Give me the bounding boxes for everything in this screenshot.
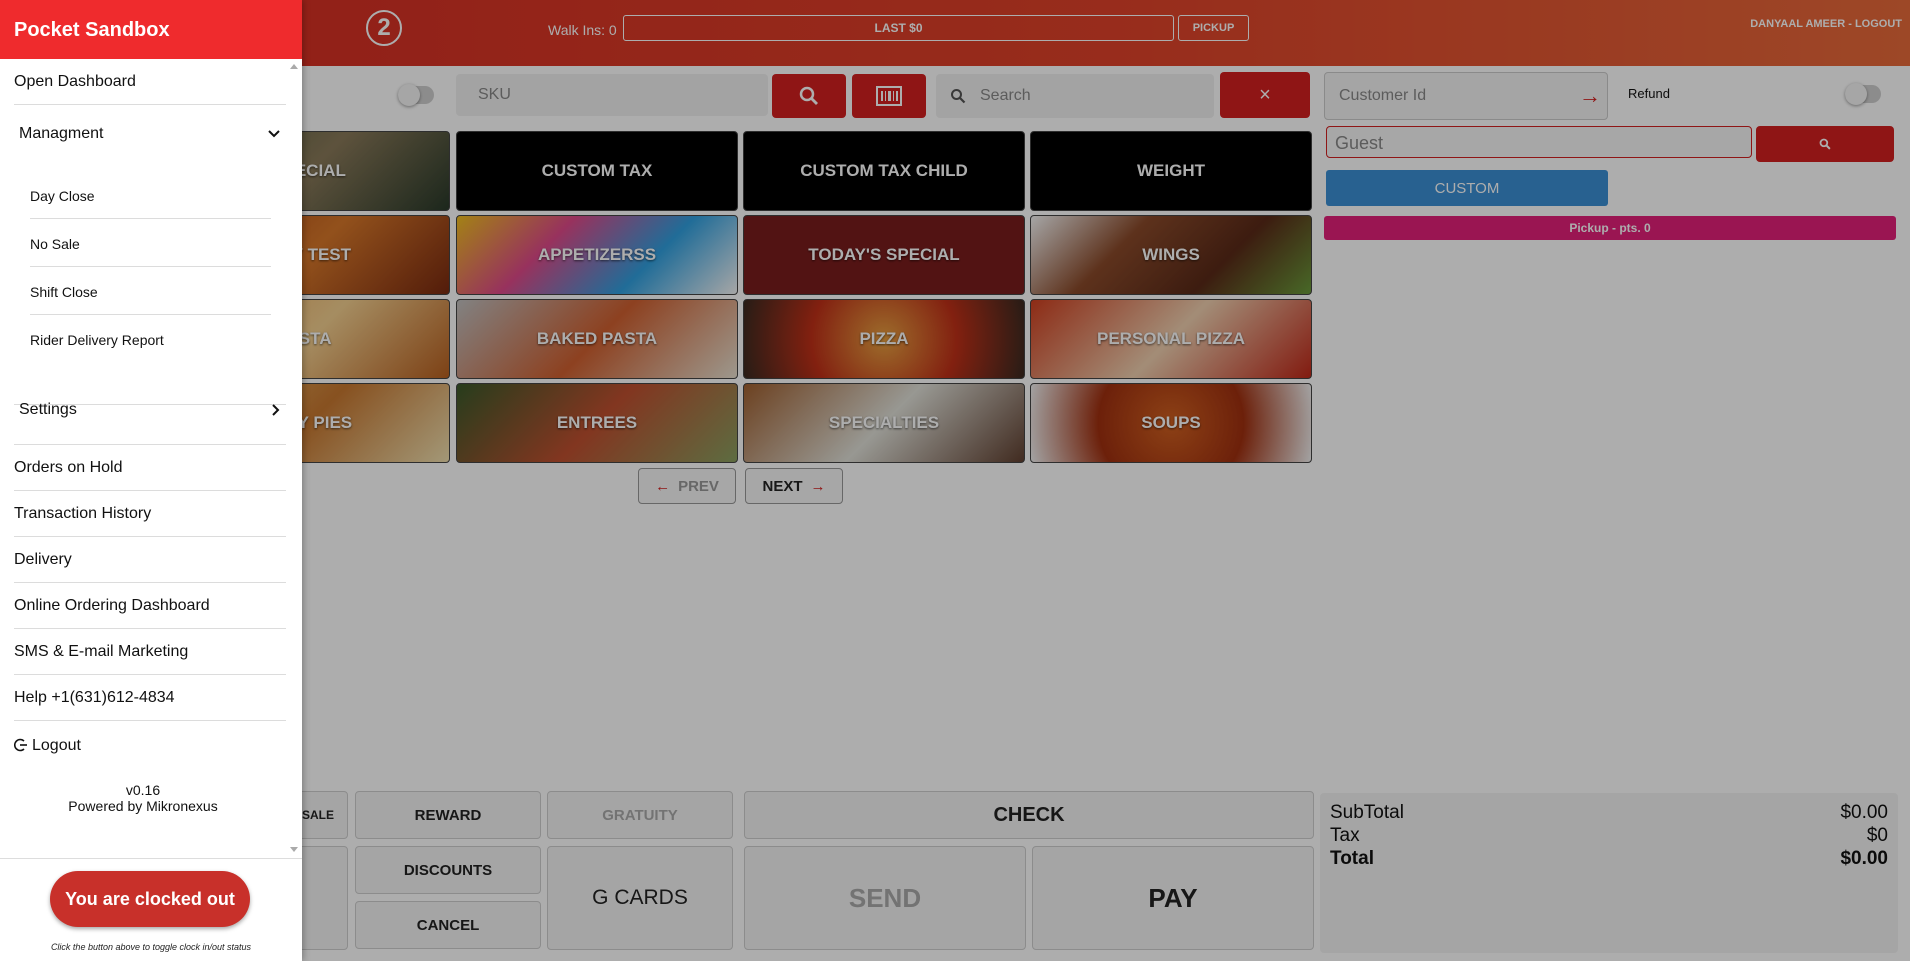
chevron-right-icon (272, 404, 280, 416)
version-info: v0.16 Powered by Mikronexus (0, 782, 286, 814)
orders-on-hold-item[interactable]: Orders on Hold (14, 445, 286, 491)
powered-by: Powered by Mikronexus (68, 798, 218, 814)
settings-section[interactable]: Settings (14, 379, 286, 445)
day-close-item[interactable]: Day Close (30, 171, 271, 219)
help-phone-item[interactable]: Help +1(631)612-4834 (14, 675, 286, 721)
no-sale-item[interactable]: No Sale (30, 219, 271, 267)
chevron-down-icon (268, 130, 280, 138)
side-drawer: Pocket Sandbox Open Dashboard Managment … (0, 0, 302, 961)
delivery-item[interactable]: Delivery (14, 537, 286, 583)
scroll-down-icon[interactable] (290, 847, 298, 852)
drawer-menu: Open Dashboard Managment Day Close No Sa… (0, 59, 302, 859)
version-number: v0.16 (125, 782, 161, 798)
online-ordering-dashboard-item[interactable]: Online Ordering Dashboard (14, 583, 286, 629)
management-label: Managment (19, 125, 104, 142)
sms-email-marketing-item[interactable]: SMS & E-mail Marketing (14, 629, 286, 675)
logout-item[interactable]: Logout (14, 721, 286, 769)
shift-close-item[interactable]: Shift Close (30, 267, 271, 315)
settings-toggle[interactable]: Settings (19, 401, 281, 419)
management-toggle[interactable]: Managment (19, 125, 281, 143)
open-dashboard-item[interactable]: Open Dashboard (14, 59, 286, 105)
clock-toggle-button[interactable]: You are clocked out (50, 871, 250, 927)
drawer-title: Pocket Sandbox (0, 0, 302, 59)
clock-hint: Click the button above to toggle clock i… (50, 942, 252, 952)
logout-icon (14, 738, 27, 752)
rider-delivery-report-item[interactable]: Rider Delivery Report (30, 315, 271, 363)
clock-section: You are clocked out Click the button abo… (0, 858, 302, 961)
settings-label: Settings (19, 401, 77, 418)
logout-label: Logout (32, 737, 81, 754)
transaction-history-item[interactable]: Transaction History (14, 491, 286, 537)
